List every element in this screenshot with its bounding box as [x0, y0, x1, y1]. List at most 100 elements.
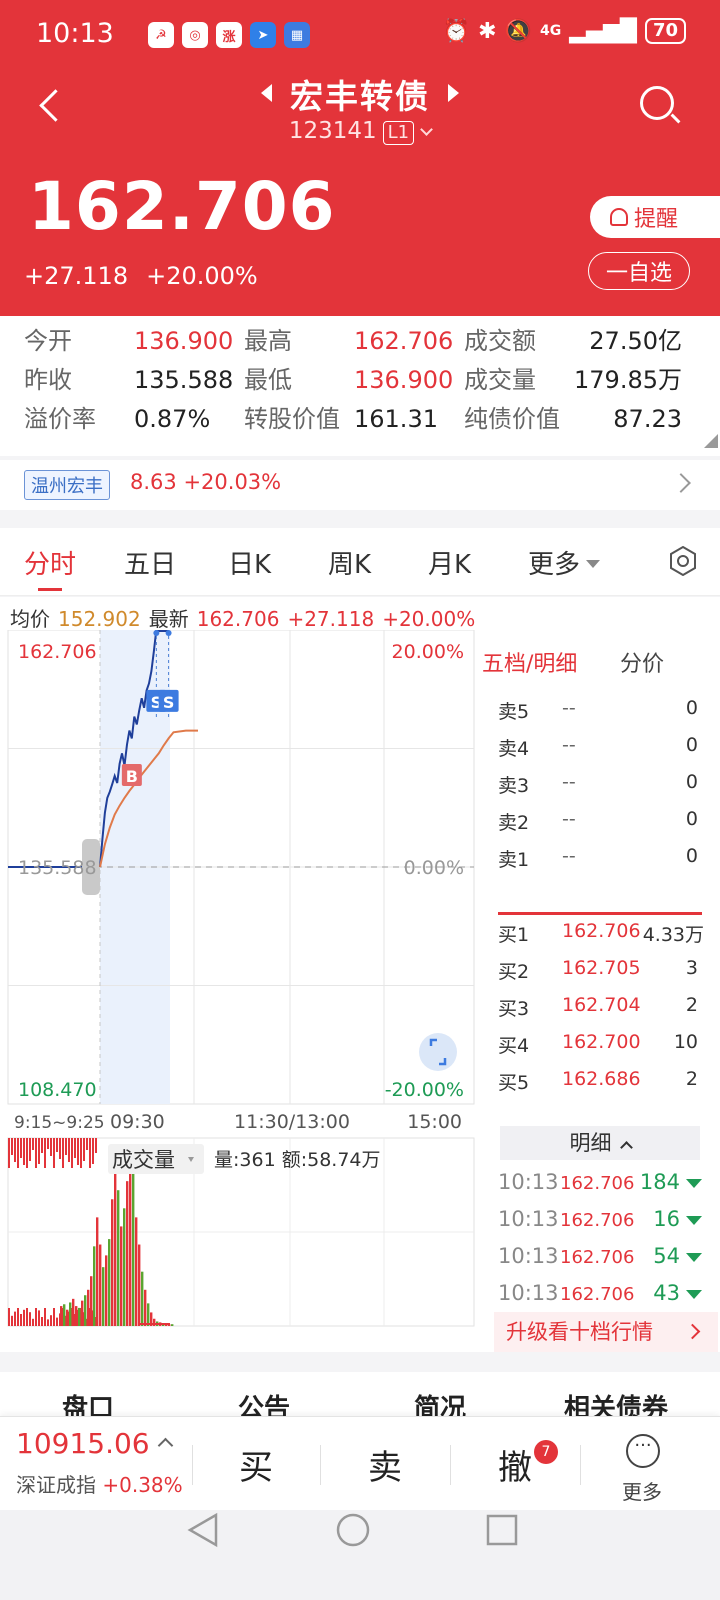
code-row[interactable]: 123141 L1	[0, 118, 720, 145]
app-icon: ➤	[250, 22, 276, 48]
order-volume: 0	[685, 697, 698, 719]
more-icon[interactable]: ···	[626, 1434, 660, 1468]
tab-intraday[interactable]: 分时	[24, 544, 76, 581]
volume-bar	[129, 1154, 132, 1326]
auction-volume-bar	[8, 1138, 10, 1168]
order-volume: 2	[685, 994, 698, 1016]
chevron-up-icon	[157, 1437, 173, 1454]
stat-value: 27.50亿	[589, 327, 682, 355]
settings-icon[interactable]	[668, 546, 698, 576]
trade-detail-row: 10:13 162.706 184	[498, 1166, 708, 1202]
auction-volume-bar	[20, 1314, 22, 1326]
auction-volume-bar	[14, 1138, 16, 1162]
volume-bar	[78, 1307, 81, 1326]
active-tab-indicator	[38, 588, 62, 591]
tab-daily-k[interactable]: 日K	[228, 544, 271, 581]
order-level: 卖4	[498, 738, 530, 760]
order-price: --	[562, 697, 576, 719]
stat-label: 纯债价值	[464, 405, 560, 433]
remind-button[interactable]: 提醒	[590, 196, 720, 238]
prev-security-button[interactable]	[261, 84, 272, 102]
order-level: 卖3	[498, 775, 530, 797]
buy-button[interactable]: 买	[192, 1417, 320, 1511]
auction-volume-bar	[56, 1317, 58, 1326]
trade-detail-row: 10:13 162.706 43	[498, 1277, 708, 1313]
bluetooth-icon: ✱	[478, 18, 497, 44]
stat-label: 溢价率	[24, 405, 96, 433]
trade-volume: 54	[653, 1244, 680, 1268]
auction-volume-bar	[38, 1138, 40, 1164]
tab-overview[interactable]: 简况	[414, 1388, 466, 1416]
bell-icon	[610, 208, 628, 226]
underlying-stock-row[interactable]: 温州宏丰 8.63 +20.03%	[0, 460, 720, 510]
trade-time: 10:13	[498, 1281, 559, 1305]
order-level: 卖2	[498, 812, 530, 834]
order-row-buy: 买2 162.705 3	[498, 957, 704, 987]
caret-down-icon	[586, 560, 601, 568]
more-label[interactable]: 更多	[622, 1476, 662, 1505]
next-security-button[interactable]	[448, 84, 459, 102]
remind-label: 提醒	[634, 207, 679, 232]
auction-volume-bar	[92, 1138, 94, 1164]
index-ticker[interactable]: 10915.06 深证成指 +0.38%	[0, 1417, 190, 1511]
security-name: 宏丰转债	[290, 77, 430, 116]
sell-button[interactable]: 卖	[320, 1417, 450, 1511]
stock-name-tag: 温州宏丰	[24, 470, 110, 500]
trade-detail-row: 10:13 162.706 54	[498, 1240, 708, 1276]
volume-bar	[135, 1217, 138, 1326]
detail-header[interactable]: 明细	[500, 1126, 700, 1160]
nav-back-icon[interactable]	[187, 1512, 218, 1548]
stat-label: 最低	[244, 366, 292, 394]
stat-value: 136.900	[134, 327, 234, 355]
auction-volume-bar	[35, 1138, 37, 1168]
order-volume: 0	[685, 771, 698, 793]
nav-recents-icon[interactable]	[486, 1514, 518, 1546]
tab-related-bonds[interactable]: 相关债券	[564, 1388, 668, 1416]
app-icon: ☭	[148, 22, 174, 48]
order-level: 买2	[498, 961, 530, 983]
search-icon[interactable]	[640, 86, 674, 120]
nav-home-icon[interactable]	[336, 1513, 370, 1547]
order-price: 162.705	[562, 957, 641, 979]
level-badge: L1	[382, 121, 415, 145]
avg-value: 152.902	[58, 607, 141, 631]
stock-pct: +20.03%	[183, 470, 282, 494]
tab-announcements[interactable]: 公告	[238, 1388, 290, 1416]
auction-volume-bar	[62, 1138, 64, 1168]
auction-volume-bar	[8, 1308, 10, 1326]
volume-bar	[102, 1267, 105, 1326]
tab-order-book[interactable]: 盘口	[62, 1388, 114, 1416]
expand-corner-icon[interactable]	[704, 434, 718, 448]
cancel-order-button[interactable]: 撤	[450, 1417, 580, 1511]
order-book-tab[interactable]: 五档/明细	[482, 646, 577, 678]
calendar-icon: ▦	[284, 22, 310, 48]
tab-label: 月K	[428, 550, 472, 580]
order-price: --	[562, 808, 576, 830]
fullscreen-button[interactable]	[419, 1033, 457, 1071]
add-watchlist-button[interactable]: 一自选	[588, 252, 690, 290]
tab-five-day[interactable]: 五日	[124, 544, 176, 581]
volume-bar	[99, 1244, 102, 1326]
split-price-tab[interactable]: 分价	[620, 646, 664, 678]
tab-weekly-k[interactable]: 周K	[328, 544, 371, 581]
index-value-text: 10915.06	[16, 1427, 150, 1460]
tab-monthly-k[interactable]: 月K	[428, 544, 471, 581]
volume-bar	[132, 1172, 135, 1326]
detail-label: 明细	[569, 1131, 612, 1155]
auction-volume-bar	[29, 1312, 31, 1326]
price-axis-mid: 135.588	[18, 857, 97, 879]
auction-volume-bar	[32, 1318, 34, 1326]
order-row-sell: 卖2 -- 0	[498, 808, 704, 838]
network-type: 4G	[540, 23, 562, 39]
price-change: +27.118 +20.00%	[24, 262, 258, 290]
upgrade-ten-level-button[interactable]: 升级看十档行情	[494, 1312, 718, 1352]
volume-bar	[90, 1276, 93, 1326]
time-label: 09:30	[110, 1111, 165, 1133]
tab-more[interactable]: 更多	[528, 544, 601, 581]
auction-volume-bar	[80, 1138, 82, 1168]
order-volume: 0	[685, 808, 698, 830]
marker-label: B	[126, 767, 138, 786]
down-arrow-icon	[686, 1179, 702, 1188]
auction-volume-bar	[53, 1138, 55, 1168]
mute-icon: 🔕	[504, 18, 533, 44]
